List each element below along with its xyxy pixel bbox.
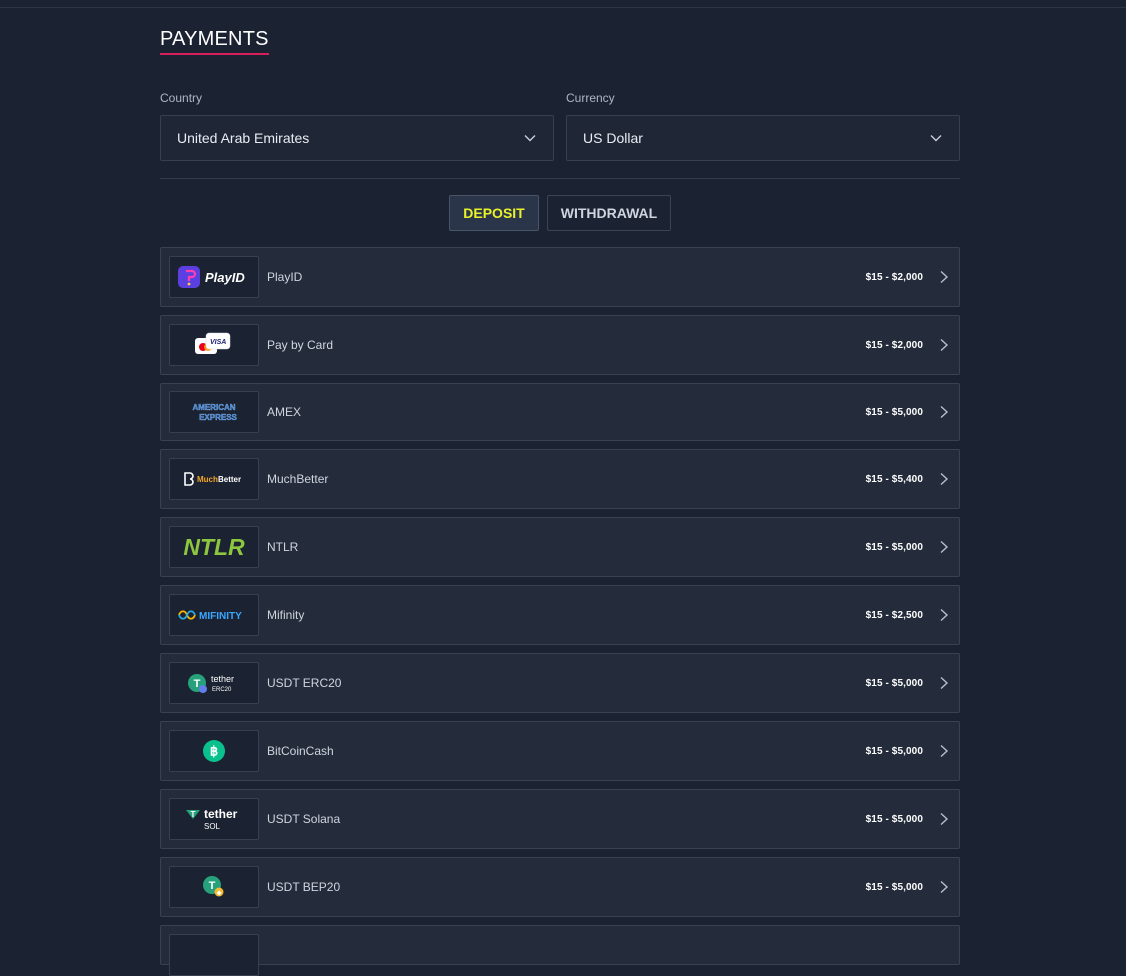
svg-text:AMERICAN: AMERICAN	[192, 403, 235, 412]
country-field: Country United Arab Emirates	[160, 91, 554, 161]
chevron-right-icon	[940, 338, 949, 352]
method-name: Pay by Card	[267, 338, 334, 352]
amount-range: $15 - $5,000	[865, 541, 923, 553]
method-name: USDT ERC20	[267, 676, 342, 690]
bitcoincash-logo-icon: ฿	[169, 730, 259, 772]
payment-method-row[interactable]: Much Better MuchBetter $15 - $5,400	[160, 449, 960, 509]
chevron-right-icon	[940, 812, 949, 826]
currency-label: Currency	[566, 91, 615, 105]
amount-range: $15 - $2,000	[865, 271, 923, 283]
amount-range: $15 - $5,000	[865, 881, 923, 893]
payment-method-row[interactable]: VISA Pay by Card $15 - $2,000	[160, 315, 960, 375]
playid-logo-icon: PlayID	[169, 256, 259, 298]
svg-text:฿: ฿	[210, 744, 218, 759]
amount-range: $15 - $5,400	[865, 473, 923, 485]
amount-range: $15 - $5,000	[865, 745, 923, 757]
svg-text:EXPRESS: EXPRESS	[199, 413, 237, 422]
payment-logo-icon	[169, 934, 259, 976]
chevron-right-icon	[940, 540, 949, 554]
chevron-down-icon	[524, 135, 536, 142]
mifinity-logo-icon: MIFINITY	[169, 594, 259, 636]
method-name: USDT BEP20	[267, 880, 341, 894]
payment-method-row[interactable]: T tether ERC20 USDT ERC20 $15 - $5,000	[160, 653, 960, 713]
chevron-right-icon	[940, 880, 949, 894]
amount-range: $15 - $5,000	[865, 406, 923, 418]
svg-text:PlayID: PlayID	[205, 270, 245, 285]
payment-method-row[interactable]: MIFINITY Mifinity $15 - $2,500	[160, 585, 960, 645]
chevron-right-icon	[940, 270, 949, 284]
amount-range: $15 - $5,000	[865, 677, 923, 689]
tether-sol-logo-icon: T tether SOL	[169, 798, 259, 840]
chevron-down-icon	[930, 135, 942, 142]
svg-text:T: T	[191, 810, 196, 819]
svg-text:NTLR: NTLR	[183, 534, 245, 560]
svg-text:VISA: VISA	[210, 339, 226, 346]
tether-bep20-logo-icon: T ◆	[169, 866, 259, 908]
payment-method-row[interactable]	[160, 925, 960, 976]
payment-method-row[interactable]: NTLR NTLR $15 - $5,000	[160, 517, 960, 577]
svg-text:Much: Much	[197, 475, 218, 484]
method-name: USDT Solana	[267, 812, 341, 826]
amex-logo-icon: AMERICAN EXPRESS	[169, 391, 259, 433]
currency-select[interactable]: US Dollar	[566, 115, 960, 161]
payment-method-row[interactable]: AMERICAN EXPRESS AMEX $15 - $5,000	[160, 383, 960, 441]
muchbetter-logo-icon: Much Better	[169, 458, 259, 500]
svg-text:T: T	[209, 880, 216, 892]
page-title: PAYMENTS	[160, 28, 269, 55]
payment-method-row[interactable]: ฿ BitCoinCash $15 - $5,000	[160, 721, 960, 781]
method-name: BitCoinCash	[267, 744, 334, 758]
currency-value: US Dollar	[583, 130, 643, 146]
chevron-right-icon	[940, 608, 949, 622]
payment-method-row[interactable]: T ◆ USDT BEP20 $15 - $5,000	[160, 857, 960, 917]
country-select[interactable]: United Arab Emirates	[160, 115, 554, 161]
svg-text:◆: ◆	[216, 890, 222, 897]
svg-text:MIFINITY: MIFINITY	[199, 611, 242, 622]
method-name: AMEX	[267, 405, 302, 419]
payment-method-row[interactable]: PlayID PlayID $15 - $2,000	[160, 247, 960, 307]
svg-text:Better: Better	[218, 475, 241, 484]
top-divider	[0, 7, 1126, 8]
chevron-right-icon	[940, 744, 949, 758]
chevron-right-icon	[940, 472, 949, 486]
ntlr-logo-icon: NTLR	[169, 526, 259, 568]
currency-field: Currency US Dollar	[566, 91, 960, 161]
tab-withdrawal[interactable]: WITHDRAWAL	[547, 195, 671, 231]
tether-erc20-logo-icon: T tether ERC20	[169, 662, 259, 704]
section-divider	[160, 178, 960, 179]
method-name: NTLR	[267, 540, 299, 554]
card-logo-icon: VISA	[169, 324, 259, 366]
svg-text:tether: tether	[211, 674, 234, 684]
amount-range: $15 - $5,000	[865, 813, 923, 825]
country-label: Country	[160, 91, 203, 105]
svg-text:SOL: SOL	[204, 822, 221, 831]
method-name: PlayID	[267, 270, 303, 284]
chevron-right-icon	[940, 405, 949, 419]
svg-text:tether: tether	[204, 807, 238, 821]
chevron-right-icon	[940, 676, 949, 690]
country-value: United Arab Emirates	[177, 130, 310, 146]
svg-text:ERC20: ERC20	[212, 687, 232, 693]
payment-method-row[interactable]: T tether SOL USDT Solana $15 - $5,000	[160, 789, 960, 849]
amount-range: $15 - $2,500	[865, 609, 923, 621]
payment-tabs: DEPOSIT WITHDRAWAL	[449, 195, 671, 231]
method-name: MuchBetter	[267, 472, 329, 486]
tab-deposit[interactable]: DEPOSIT	[449, 195, 539, 231]
amount-range: $15 - $2,000	[865, 339, 923, 351]
method-name: Mifinity	[267, 608, 305, 622]
